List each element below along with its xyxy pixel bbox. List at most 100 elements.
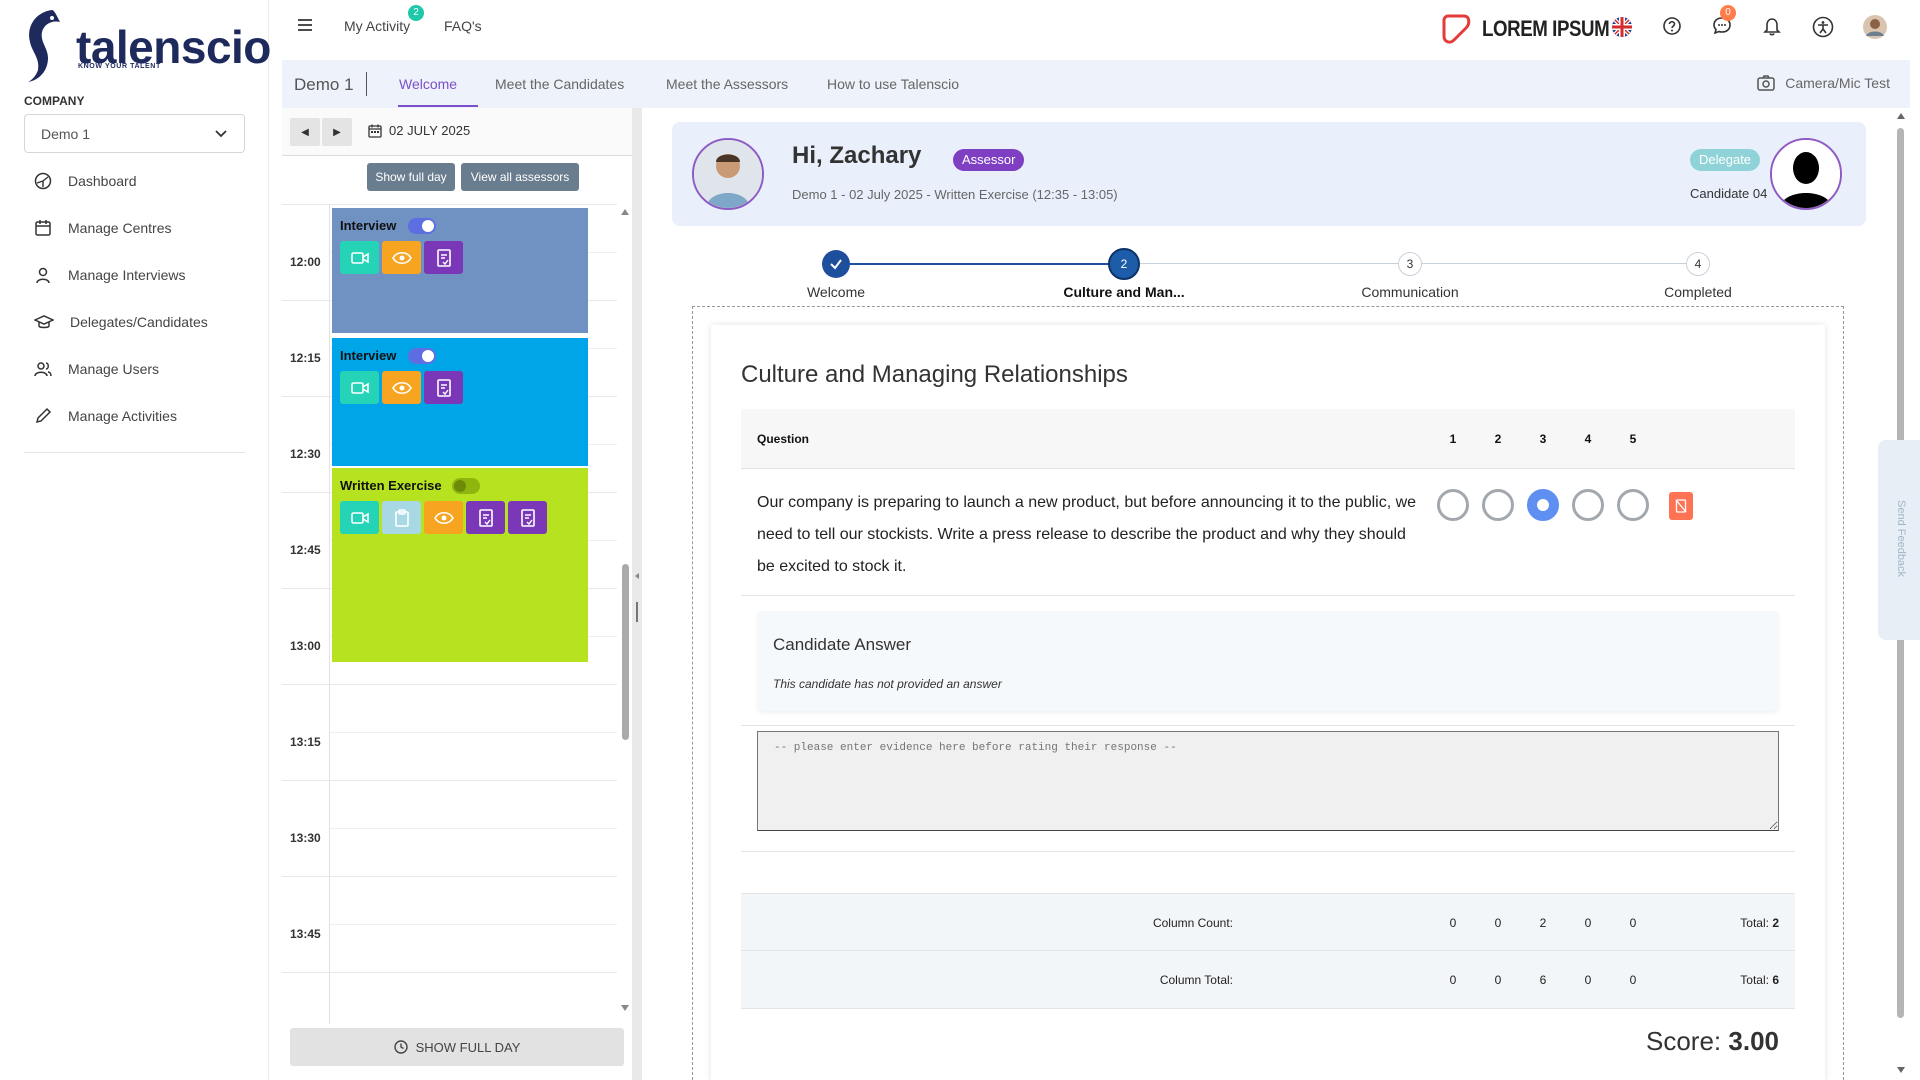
score-sheet-button[interactable] bbox=[424, 241, 463, 274]
event-toggle[interactable] bbox=[452, 478, 480, 494]
step-1-done[interactable] bbox=[822, 250, 850, 278]
scoring-card: Culture and Managing Relationships Quest… bbox=[711, 325, 1825, 1080]
clear-rating-button[interactable] bbox=[1669, 492, 1693, 520]
panel-splitter[interactable] bbox=[632, 108, 642, 1080]
event-toggle[interactable] bbox=[408, 218, 436, 234]
schedule-date-text: 02 JULY 2025 bbox=[389, 123, 471, 138]
score-sheet-button-2[interactable] bbox=[508, 501, 547, 534]
time-grid: 12:00 12:15 12:30 12:45 13:00 13:15 13:3… bbox=[282, 204, 617, 1024]
score-sheet-button[interactable] bbox=[424, 371, 463, 404]
scroll-down-arrow-icon[interactable] bbox=[1896, 1066, 1906, 1074]
grid-line bbox=[282, 204, 617, 205]
tab-meet-assessors[interactable]: Meet the Assessors bbox=[666, 76, 788, 92]
brand-logo-icon bbox=[1442, 14, 1471, 44]
event-interview-2[interactable]: Interview bbox=[332, 338, 588, 466]
user-avatar[interactable] bbox=[1862, 14, 1888, 40]
delegate-badge: Delegate bbox=[1690, 149, 1761, 171]
sidebar-item-dashboard[interactable]: Dashboard bbox=[24, 157, 245, 204]
view-button[interactable] bbox=[382, 371, 421, 404]
next-day-button[interactable]: ▶ bbox=[322, 118, 352, 146]
time-label: 12:15 bbox=[290, 351, 321, 365]
help-icon[interactable] bbox=[1662, 16, 1682, 36]
assessor-role-badge: Assessor bbox=[953, 149, 1025, 171]
users-icon bbox=[34, 361, 52, 376]
column-total-value: 0 bbox=[1494, 973, 1502, 987]
caret-right-icon: ▶ bbox=[333, 126, 341, 138]
join-video-button[interactable] bbox=[340, 371, 379, 404]
column-count-label: Column Count: bbox=[1152, 916, 1233, 930]
company-select[interactable]: Demo 1 bbox=[24, 114, 245, 153]
sidebar-item-label: Dashboard bbox=[68, 172, 137, 189]
rating-radio-4[interactable] bbox=[1572, 489, 1604, 521]
step-4[interactable]: 4 bbox=[1686, 252, 1710, 276]
event-interview-1[interactable]: Interview bbox=[332, 208, 588, 333]
graduation-cap-icon bbox=[34, 314, 54, 328]
clipboard-button[interactable] bbox=[382, 501, 421, 534]
tab-how-to-use[interactable]: How to use Talenscio bbox=[827, 76, 959, 92]
time-label: 12:30 bbox=[290, 447, 321, 461]
grid-line bbox=[282, 684, 617, 685]
rating-radio-3-selected[interactable] bbox=[1527, 489, 1559, 521]
row-divider bbox=[741, 851, 1795, 852]
show-full-day-label: SHOW FULL DAY bbox=[415, 1039, 521, 1055]
evidence-input[interactable] bbox=[757, 731, 1779, 831]
join-video-button[interactable] bbox=[340, 501, 379, 534]
assessor-greeting: Hi, Zachary bbox=[792, 142, 922, 169]
sidebar-item-manage-activities[interactable]: Manage Activities bbox=[24, 392, 245, 439]
step-2-current[interactable]: 2 bbox=[1108, 248, 1140, 280]
sidebar-item-label: Delegates/Candidates bbox=[70, 313, 208, 330]
grid-line bbox=[282, 876, 617, 877]
logo-tagline: KNOW YOUR TALENT bbox=[78, 63, 161, 70]
grid-line bbox=[330, 732, 617, 733]
rating-radio-1[interactable] bbox=[1437, 489, 1469, 521]
show-full-day-button[interactable]: Show full day bbox=[367, 163, 455, 191]
tab-meet-candidates[interactable]: Meet the Candidates bbox=[495, 76, 624, 92]
join-video-button[interactable] bbox=[340, 241, 379, 274]
clock-icon bbox=[393, 1040, 408, 1054]
grid-line bbox=[282, 780, 617, 781]
schedule-date[interactable]: 02 JULY 2025 bbox=[368, 123, 470, 138]
bell-icon[interactable] bbox=[1762, 16, 1782, 36]
sidebar-item-delegates[interactable]: Delegates/Candidates bbox=[24, 298, 245, 345]
view-button[interactable] bbox=[382, 241, 421, 274]
faqs-link[interactable]: FAQ's bbox=[444, 18, 482, 34]
prev-day-button[interactable]: ◀ bbox=[290, 118, 320, 146]
view-all-assessors-button[interactable]: View all assessors bbox=[461, 163, 579, 191]
messages-badge: 0 bbox=[1720, 5, 1736, 21]
my-activity-link[interactable]: My Activity bbox=[344, 18, 410, 34]
talenscio-logo[interactable]: talenscio KNOW YOUR TALENT bbox=[22, 4, 271, 84]
sidebar-item-label: Manage Activities bbox=[68, 407, 177, 424]
view-button[interactable] bbox=[424, 501, 463, 534]
camera-mic-test-button[interactable]: Camera/Mic Test bbox=[1757, 75, 1890, 91]
accessibility-icon[interactable] bbox=[1812, 16, 1834, 38]
event-toggle[interactable] bbox=[408, 348, 436, 364]
company-select-value: Demo 1 bbox=[41, 126, 91, 142]
scroll-up-arrow-icon[interactable] bbox=[620, 208, 630, 216]
show-full-day-bottom-button[interactable]: SHOW FULL DAY bbox=[290, 1028, 624, 1066]
tab-welcome[interactable]: Welcome bbox=[399, 76, 457, 92]
sidebar-divider bbox=[24, 452, 245, 453]
rating-radio-5[interactable] bbox=[1617, 489, 1649, 521]
sidebar-item-manage-interviews[interactable]: Manage Interviews bbox=[24, 251, 245, 298]
brand-text: LOREM IPSUM bbox=[1482, 16, 1610, 41]
sidebar-item-manage-users[interactable]: Manage Users bbox=[24, 345, 245, 392]
total-label: Total: bbox=[1740, 973, 1769, 987]
sidebar-nav: Dashboard Manage Centres Manage Intervie… bbox=[24, 157, 245, 439]
event-written-exercise[interactable]: Written Exercise bbox=[332, 468, 588, 662]
time-label: 13:00 bbox=[290, 639, 321, 653]
scroll-up-arrow-icon[interactable] bbox=[1896, 112, 1906, 120]
company-label: COMPANY bbox=[24, 94, 85, 108]
rating-radio-2[interactable] bbox=[1482, 489, 1514, 521]
sidebar-item-manage-centres[interactable]: Manage Centres bbox=[24, 204, 245, 251]
schedule-scrollbar[interactable] bbox=[622, 564, 629, 740]
score-sheet-button[interactable] bbox=[466, 501, 505, 534]
step-3[interactable]: 3 bbox=[1398, 252, 1422, 276]
hamburger-menu-icon[interactable] bbox=[296, 16, 314, 34]
step-4-label: Completed bbox=[1664, 284, 1732, 300]
eye-icon bbox=[433, 511, 454, 524]
scroll-down-arrow-icon[interactable] bbox=[620, 1004, 630, 1012]
uk-flag-icon[interactable] bbox=[1611, 16, 1633, 38]
person-silhouette-icon bbox=[1772, 140, 1840, 208]
rating-column-header: 3 bbox=[1539, 432, 1547, 446]
document-check-icon bbox=[436, 378, 451, 397]
